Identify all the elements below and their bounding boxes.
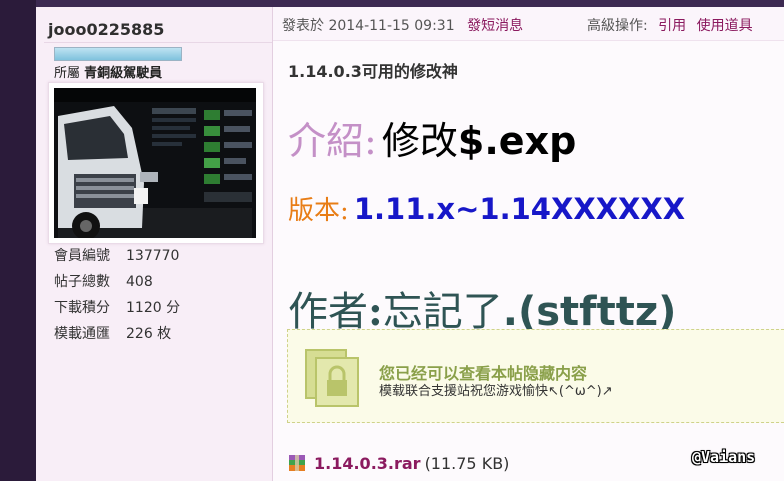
- stat-row: 模載通匯 226 枚: [54, 325, 180, 351]
- post-operations: 高級操作: 引用 使用道具: [587, 15, 753, 35]
- rank-progress-bar: [54, 47, 182, 61]
- rank-progress-fill: [55, 48, 181, 60]
- stat-label: 模載通匯: [54, 326, 110, 342]
- user-stats: 會員編號 137770 帖子總數 408 下載積分 1120 分 模載通匯 226 枚: [54, 247, 180, 351]
- intro-value-cjk: 修改: [381, 119, 458, 163]
- top-bar: [36, 0, 784, 7]
- hidden-content-notice: 您已经可以查看本帖隐藏内容 模载联合支援站祝您游戏愉快↖(^ω^)↗: [287, 329, 784, 423]
- stat-row: 會員編號 137770: [54, 247, 180, 273]
- avatar-frame: [48, 82, 264, 244]
- intro-value-latin: $.exp: [457, 119, 577, 163]
- use-item-link[interactable]: 使用道具: [697, 18, 753, 34]
- posted-time: 2014-11-15 09:31: [328, 18, 455, 34]
- watermark: @Vaians: [692, 448, 756, 466]
- version-label: 版本:: [288, 196, 349, 226]
- user-sidebar: jooo0225885 所屬 青銅級駕駛員 會員編號 137770 帖子總數 4…: [36, 7, 273, 481]
- stat-value: 1120 分: [126, 300, 181, 316]
- rar-archive-icon: [289, 455, 305, 471]
- post-info-bar: 發表於 2014-11-15 09:31 發短消息 高級操作: 引用 使用道具: [273, 7, 784, 41]
- stat-row: 帖子總數 408: [54, 273, 180, 299]
- stat-value: 408: [126, 274, 153, 290]
- username-link[interactable]: jooo0225885: [48, 20, 164, 39]
- stat-value: 137770: [126, 248, 180, 264]
- lock-icon: [305, 349, 359, 407]
- stat-label: 下載積分: [54, 300, 110, 316]
- post-meta: 發表於 2014-11-15 09:31 發短消息: [282, 15, 523, 35]
- group-label: 所屬: [54, 66, 81, 81]
- hidden-notice-subtitle: 模载联合支援站祝您游戏愉快↖(^ω^)↗: [379, 384, 613, 399]
- stat-label: 會員編號: [54, 248, 110, 264]
- advanced-label: 高級操作:: [587, 18, 648, 34]
- version-line: 版本: 1.11.x~1.14XXXXXX: [288, 190, 685, 227]
- stat-row: 下載積分 1120 分: [54, 299, 180, 325]
- intro-label: 介紹:: [288, 119, 377, 163]
- attachment-link[interactable]: 1.14.0.3.rar: [314, 454, 421, 473]
- post-body: 發表於 2014-11-15 09:31 發短消息 高級操作: 引用 使用道具 …: [273, 7, 784, 481]
- posted-label: 發表於: [282, 18, 324, 34]
- stat-label: 帖子總數: [54, 274, 110, 290]
- version-value: 1.11.x~1.14XXXXXX: [353, 192, 686, 226]
- quote-link[interactable]: 引用: [658, 18, 686, 34]
- divider: [44, 42, 272, 43]
- intro-line: 介紹: 修改$.exp: [288, 110, 576, 165]
- post-title: 1.14.0.3可用的修改神: [288, 62, 458, 81]
- intro-value: 修改$.exp: [382, 119, 576, 163]
- stat-value: 226 枚: [126, 326, 172, 342]
- attachment-size: (11.75 KB): [424, 454, 510, 473]
- attachment: 1.14.0.3.rar (11.75 KB): [288, 454, 509, 473]
- author-colon: :: [368, 288, 383, 335]
- user-group: 所屬 青銅級駕駛員: [54, 62, 162, 81]
- send-message-link[interactable]: 發短消息: [467, 18, 523, 34]
- avatar[interactable]: [54, 88, 256, 238]
- group-name[interactable]: 青銅級駕駛員: [84, 66, 162, 81]
